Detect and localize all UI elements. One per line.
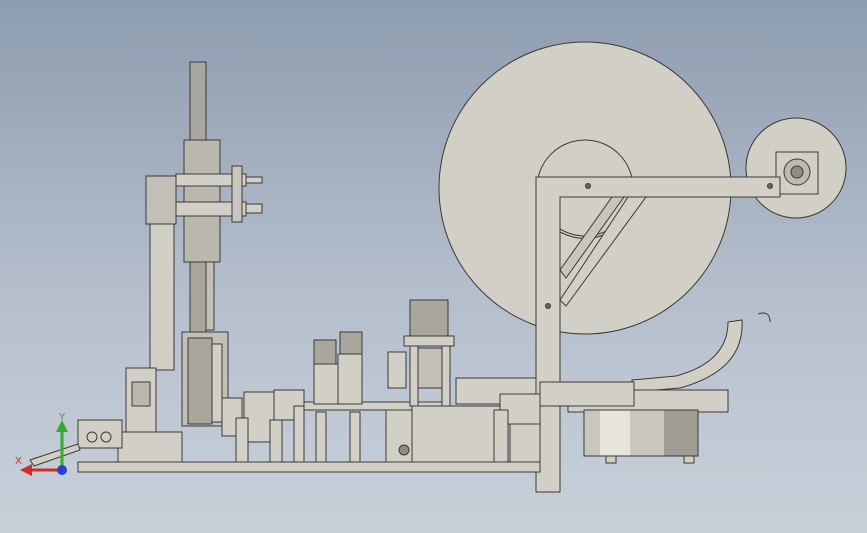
z-axis-origin: [57, 465, 67, 475]
chute-body: [631, 319, 743, 393]
feeder-leg: [493, 409, 509, 463]
y-axis-label: Y: [59, 412, 66, 423]
small-reel-bearing-core: [790, 165, 804, 179]
drum-foot: [683, 455, 695, 464]
feeder-leg: [509, 423, 541, 463]
press-motor: [409, 299, 449, 337]
base-rail: [77, 461, 541, 473]
arm-bolt: [767, 183, 773, 189]
post: [269, 419, 283, 463]
press-foot: [385, 409, 413, 463]
curved-chute: [631, 312, 771, 393]
lower-drive-wheel[interactable]: [181, 331, 229, 427]
frame-cross-beam: [539, 381, 635, 407]
press-bolt: [398, 444, 410, 456]
press-guide: [441, 345, 451, 407]
left-bracket-group: [29, 367, 183, 467]
cylinder-body: [313, 363, 339, 405]
left-side-window: [131, 381, 151, 407]
pneumatic-cylinders[interactable]: [313, 331, 363, 463]
drum-highlight: [600, 410, 630, 456]
machine-assembly-drawing: [20, 41, 847, 493]
post: [293, 405, 305, 463]
x-axis-label: X: [15, 456, 22, 467]
press-ram: [417, 347, 443, 389]
cylinder-head: [313, 339, 337, 365]
post: [235, 417, 249, 463]
feed-ramp: [29, 443, 81, 467]
drum-foot: [605, 455, 617, 464]
left-support-block: [117, 431, 183, 463]
cad-viewport[interactable]: Y X: [0, 0, 867, 533]
press-head-plate: [403, 335, 455, 347]
small-reel[interactable]: [745, 117, 847, 219]
chute-hook: [757, 312, 771, 323]
coordinate-triad: [20, 420, 68, 476]
lower-wheel-rim: [211, 343, 223, 423]
press-side-block: [387, 351, 407, 389]
cylinder-body: [337, 353, 363, 405]
wheel-hub-stack: [183, 139, 221, 263]
upper-shaft-tip: [245, 176, 263, 184]
cylinder-head: [339, 331, 363, 355]
shaft-collar: [231, 165, 243, 223]
press-guide: [409, 345, 419, 407]
arm-bolt: [545, 303, 551, 309]
drive-tower[interactable]: [145, 175, 177, 371]
press-base: [411, 405, 503, 463]
lower-shaft-tip: [245, 203, 263, 214]
lower-wheel-face: [187, 337, 213, 425]
base-rail-bar: [77, 461, 541, 473]
drum-shadow: [664, 410, 698, 456]
left-end-block: [77, 419, 123, 449]
vertical-wheel-assembly[interactable]: [175, 61, 263, 333]
arm-bolt: [585, 183, 591, 189]
tower-head-block: [145, 175, 177, 225]
cylinder-leg: [315, 411, 327, 463]
cylinder-leg: [349, 411, 361, 463]
